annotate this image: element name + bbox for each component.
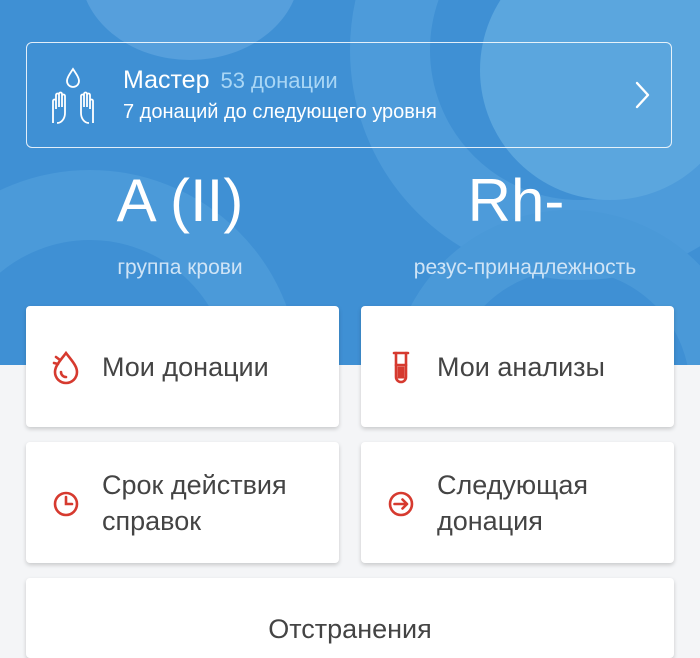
level-title-row: Мастер 53 донации (123, 65, 631, 96)
tile-label: Следующая донация (437, 469, 589, 536)
rh-factor-value: Rh- (467, 167, 565, 234)
my-donations-tile[interactable]: Мои донации (26, 306, 339, 427)
blood-group-label: группа крови (117, 256, 243, 279)
tile-label: Отстранения (268, 614, 432, 644)
tile-label: Срок действия справок (102, 469, 287, 536)
clock-icon (46, 483, 86, 523)
arrow-circle-icon (381, 483, 421, 523)
chevron-right-icon (635, 81, 650, 109)
level-subtitle: 7 донаций до следующего уровня (123, 100, 437, 123)
my-tests-tile[interactable]: Мои анализы (361, 306, 674, 427)
certificates-validity-tile[interactable]: Срок действия справок (26, 442, 339, 563)
donor-level-card[interactable]: Мастер 53 донации 7 донаций до следующег… (26, 42, 672, 148)
blood-group-value: A (II) (116, 167, 244, 234)
next-donation-tile[interactable]: Следующая донация (361, 442, 674, 563)
rh-factor-label: резус-принадлежность (413, 256, 637, 279)
suspensions-tile[interactable]: Отстранения (26, 578, 674, 658)
donation-count: 53 донации (220, 67, 338, 93)
level-text: Мастер 53 донации 7 донаций до следующег… (123, 65, 631, 126)
tile-label: Мои анализы (437, 351, 605, 382)
blood-drop-icon (46, 347, 86, 387)
level-title: Мастер (123, 65, 210, 94)
tile-label: Мои донации (102, 351, 269, 382)
test-tube-icon (381, 347, 421, 387)
hands-drop-icon (52, 67, 94, 124)
